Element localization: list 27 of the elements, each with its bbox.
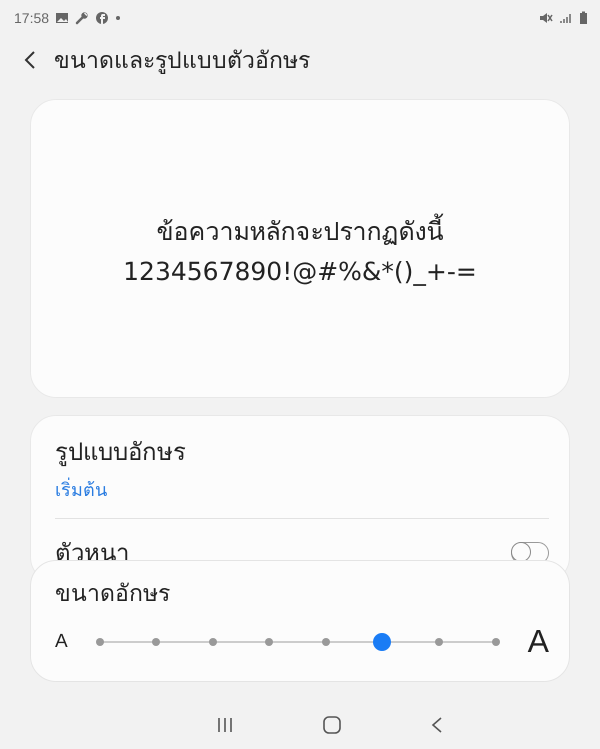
small-size-label: A: [55, 630, 68, 652]
signal-icon: [559, 11, 573, 25]
slider-tick: [322, 638, 330, 646]
option-value: เริ่มต้น: [55, 475, 186, 504]
slider-tick: [208, 638, 217, 646]
preview-text: 1234567890!@#%&*()_+-=: [123, 257, 477, 286]
large-size-label: A: [528, 623, 549, 660]
page-title: ขนาดและรูปแบบตัวอักษร: [54, 47, 310, 76]
back-nav-icon[interactable]: [431, 717, 443, 733]
status-time: 17:58: [14, 10, 50, 26]
facebook-icon: [95, 11, 110, 25]
battery-icon: [579, 11, 588, 25]
slider-tick: [96, 638, 104, 646]
panel-title: ขนาดอักษร: [55, 581, 170, 607]
image-icon: [55, 11, 70, 25]
slider-tick: [152, 638, 160, 646]
recents-icon[interactable]: [217, 717, 233, 733]
option-label[interactable]: รูปแบบอักษร: [55, 432, 186, 471]
mute-icon: [539, 11, 553, 25]
slider-tick: [435, 638, 444, 646]
slider-tick: [492, 638, 500, 646]
back-icon[interactable]: [24, 50, 36, 70]
home-icon[interactable]: [323, 716, 341, 734]
wrench-icon: [75, 11, 90, 25]
slider-thumb[interactable]: [373, 632, 392, 650]
slider-tick: [265, 638, 274, 646]
preview-text: ข้อความหลักจะปรากฏดังนี้: [156, 211, 444, 251]
